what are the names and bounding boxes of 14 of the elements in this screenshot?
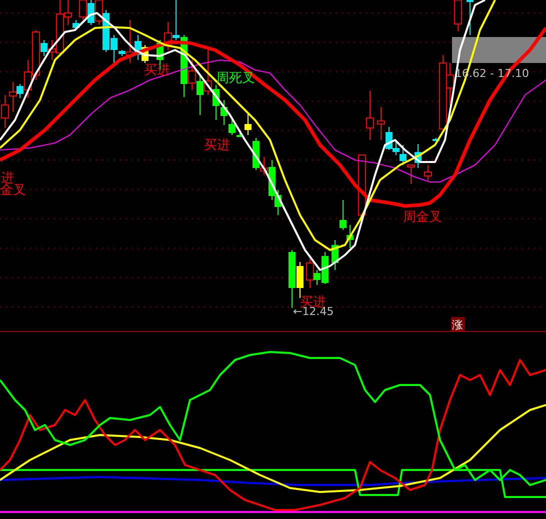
buy-signal-label: 买进 (204, 138, 230, 153)
candlestick (332, 240, 338, 270)
rise-badge: 涨 (451, 317, 465, 332)
candlestick (454, 0, 462, 32)
candlestick (466, 0, 474, 36)
low-price-label: ←12.45 (293, 305, 334, 318)
candlestick (424, 164, 432, 180)
candlestick (432, 138, 440, 142)
candlestick (366, 90, 374, 140)
buy-signal-label: 金叉 (0, 183, 26, 198)
sell-signal-label: 周死叉 (216, 71, 255, 86)
candlestick (358, 154, 366, 216)
buy-signal-label: 周金叉 (403, 210, 442, 225)
buy-signal-label: 买进 (144, 63, 170, 78)
